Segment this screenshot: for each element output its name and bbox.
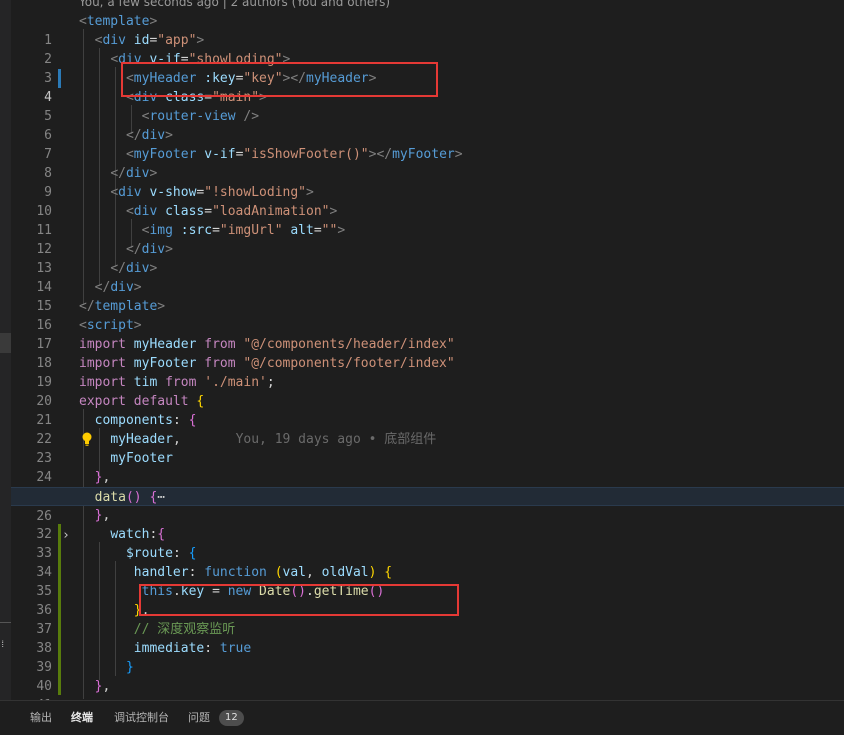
code-line[interactable]: 13 </div> <box>11 240 844 276</box>
code-text: }, <box>94 470 111 485</box>
code-text: }, <box>94 508 111 523</box>
code-line-folded[interactable]: 26 › data() {⋯ <box>11 487 844 543</box>
code-text: <script> <box>79 318 142 333</box>
code-line[interactable]: 18 import myHeader from "@/components/he… <box>11 335 844 371</box>
code-line[interactable]: 8 <myFooter v-if="isShowFooter()"></myFo… <box>11 145 844 181</box>
code-text: components: { <box>94 413 197 428</box>
tab-debug-console[interactable]: 调试控制台 <box>114 701 169 731</box>
activity-bar-indicator <box>0 333 11 353</box>
code-line[interactable]: 2 <div id="app"> <box>11 31 844 67</box>
bottom-panel-tabs: 输出 终端 调试控制台 问题 12 <box>0 700 844 730</box>
code-text: <img :src="imgUrl" alt=""> <box>141 223 346 238</box>
code-line[interactable]: 24 myFooter <box>11 449 844 485</box>
code-text: </div> <box>125 242 173 257</box>
code-line[interactable]: 1 <template> <box>11 12 844 48</box>
code-line[interactable]: 6 <router-view /> <box>11 107 844 143</box>
code-text: </template> <box>79 299 166 314</box>
code-text: </div> <box>94 280 142 295</box>
code-line[interactable]: 21 export default { <box>11 392 844 428</box>
fold-ellipsis[interactable]: ⋯ <box>157 490 165 505</box>
code-text: </div> <box>125 128 173 143</box>
code-text: } <box>125 660 134 675</box>
code-text: // 深度观察监听 <box>133 622 236 637</box>
code-text: import tim from './main'; <box>79 375 275 390</box>
code-line[interactable]: 12 <img :src="imgUrl" alt=""> <box>11 221 844 257</box>
code-text: <template> <box>79 14 158 29</box>
code-text: </div> <box>110 261 158 276</box>
code-text: }, <box>94 679 111 694</box>
code-text: <div class="loadAnimation"> <box>125 204 338 219</box>
code-line[interactable]: 34 $route: { <box>11 544 844 580</box>
code-line[interactable]: 40 } <box>11 658 844 694</box>
code-line[interactable]: 20 import tim from './main'; <box>11 373 844 409</box>
code-text: </div> <box>110 166 158 181</box>
code-text: myHeader, You, 19 days ago • 底部组件 <box>110 432 437 447</box>
code-line[interactable]: 16 </template> <box>11 297 844 333</box>
code-line[interactable]: 33 watch:{ <box>11 525 844 561</box>
code-line[interactable]: 10 <div v-show="!showLoding"> <box>11 183 844 219</box>
code-text: watch:{ <box>110 527 166 542</box>
code-line[interactable]: 9 </div> <box>11 164 844 200</box>
tab-problems[interactable]: 问题 <box>188 701 210 731</box>
code-text: $route: { <box>125 546 197 561</box>
code-line[interactable]: 22 components: { <box>11 411 844 447</box>
code-line[interactable]: 32 }, <box>11 506 844 542</box>
code-text: handler: function (val, oldVal) { <box>133 565 393 580</box>
code-line[interactable]: 38 // 深度观察监听 <box>11 620 844 656</box>
code-line[interactable]: 15 </div> <box>11 278 844 314</box>
activity-bar-glyph: ⁞ <box>0 640 6 650</box>
code-text: <router-view /> <box>141 109 260 124</box>
activity-bar-edge: ⁞ <box>0 0 11 700</box>
code-line[interactable]: 11 <div class="loadAnimation"> <box>11 202 844 238</box>
code-line[interactable]: 7 </div> <box>11 126 844 162</box>
code-text: <myFooter v-if="isShowFooter()"></myFoot… <box>125 147 463 162</box>
code-line[interactable]: 41 }, <box>11 677 844 700</box>
code-text: <div id="app"> <box>94 33 205 48</box>
code-line[interactable]: 25 }, <box>11 468 844 504</box>
inline-blame[interactable]: You, 19 days ago • 底部组件 <box>236 432 437 447</box>
activity-bar-divider <box>0 622 11 623</box>
code-line[interactable]: 14 </div> <box>11 259 844 295</box>
codelens-blame-header[interactable]: You, a few seconds ago | 2 authors (You … <box>79 0 390 10</box>
code-line[interactable]: 17 <script> <box>11 316 844 352</box>
code-line[interactable]: 39 immediate: true <box>11 639 844 675</box>
code-editor[interactable]: You, a few seconds ago | 2 authors (You … <box>11 0 844 700</box>
code-line[interactable]: 19 import myFooter from "@/components/fo… <box>11 354 844 390</box>
tab-terminal[interactable]: 终端 <box>71 701 93 731</box>
code-text: immediate: true <box>133 641 252 656</box>
problems-count-badge: 12 <box>219 710 244 726</box>
code-text: <div v-show="!showLoding"> <box>110 185 314 200</box>
code-text: data() {⋯ <box>94 490 166 505</box>
code-text: export default { <box>79 394 205 409</box>
code-text: import myFooter from "@/components/foote… <box>79 356 455 371</box>
code-line[interactable]: 23 myHeader, You, 19 days ago • 底部组件 <box>11 430 844 466</box>
tab-output[interactable]: 输出 <box>30 701 52 731</box>
code-text: import myHeader from "@/components/heade… <box>79 337 455 352</box>
highlight-box-key-attribute <box>121 62 438 97</box>
highlight-box-key-update <box>139 584 459 616</box>
code-text: myFooter <box>110 451 173 466</box>
code-line[interactable]: 35 handler: function (val, oldVal) { <box>11 563 844 599</box>
